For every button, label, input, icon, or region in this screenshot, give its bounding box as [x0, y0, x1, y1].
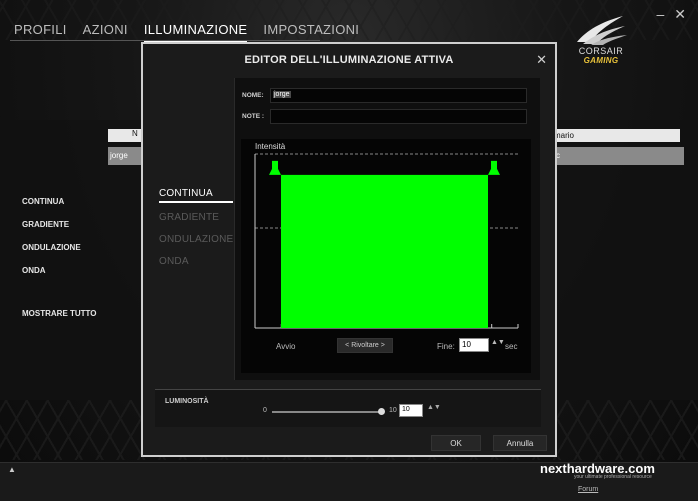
watermark-forum[interactable]: Forum — [578, 486, 598, 493]
corsair-logo: CORSAIR GAMING — [566, 12, 636, 65]
notes-input[interactable] — [270, 109, 527, 124]
brightness-slider-track[interactable] — [272, 411, 382, 413]
ok-button[interactable]: OK — [431, 435, 481, 451]
bg-table-row-summary[interactable]: c — [552, 147, 684, 165]
spinner-icon[interactable]: ▲▼ — [427, 404, 441, 411]
bg-table-header-name: N — [108, 129, 142, 142]
brightness-label: LUMINOSITÀ — [165, 398, 209, 405]
tab-illuminazione[interactable]: ILLUMINAZIONE — [143, 22, 248, 42]
left-menu-onda[interactable]: ONDA — [22, 266, 97, 275]
left-menu-gradiente[interactable]: GRADIENTE — [22, 220, 97, 229]
bg-table-header-summary: mario — [552, 129, 680, 142]
handle-shape[interactable] — [488, 160, 500, 175]
end-input[interactable]: 10 — [459, 338, 489, 352]
tab-azioni[interactable]: AZIONI — [83, 22, 128, 42]
mode-list: CONTINUA GRADIENTE ONDULAZIONE ONDA — [159, 188, 233, 278]
left-menu: CONTINUA GRADIENTE ONDULAZIONE ONDA MOST… — [22, 197, 97, 332]
handle-shape[interactable] — [269, 160, 281, 175]
intensity-fill — [281, 174, 488, 328]
intensity-chart: Intensità Avvio < Rivoltare > Fine: 10 ▲… — [241, 139, 531, 373]
chevron-up-icon[interactable]: ▲ — [8, 465, 16, 474]
name-input[interactable]: jorge — [270, 88, 527, 103]
sails-icon — [577, 16, 627, 45]
top-nav: PROFILI AZIONI ILLUMINAZIONE IMPOSTAZION… — [14, 22, 359, 42]
start-handle[interactable] — [269, 160, 281, 175]
editor-panel: NOME: jorge NOTE : Intensità Avvio < Riv… — [234, 78, 540, 380]
brightness-panel: LUMINOSITÀ 0 10 10 ▲▼ — [155, 389, 541, 427]
mode-ondulazione[interactable]: ONDULAZIONE — [159, 234, 233, 245]
left-menu-continua[interactable]: CONTINUA — [22, 197, 97, 206]
left-menu-ondulazione[interactable]: ONDULAZIONE — [22, 243, 97, 252]
start-label: Avvio — [276, 342, 296, 351]
tab-profili[interactable]: PROFILI — [14, 22, 67, 42]
end-handle[interactable] — [488, 160, 500, 175]
logo-sub: GAMING — [583, 56, 619, 65]
minimize-icon[interactable]: – — [656, 6, 664, 23]
watermark-tagline: your ultimate professional resource — [574, 474, 652, 480]
name-label: NOME: — [242, 92, 264, 99]
watermark: nexthardware.com your ultimate professio… — [540, 461, 655, 493]
mode-onda[interactable]: ONDA — [159, 256, 233, 267]
reverse-button[interactable]: < Rivoltare > — [337, 338, 393, 353]
nav-divider — [10, 40, 320, 41]
close-icon[interactable]: ✕ — [536, 52, 547, 68]
brightness-min: 0 — [263, 407, 267, 414]
tab-impostazioni[interactable]: IMPOSTAZIONI — [263, 22, 359, 42]
mode-gradiente[interactable]: GRADIENTE — [159, 212, 233, 223]
unit-label: sec — [505, 342, 518, 351]
end-label: Fine: — [437, 342, 455, 351]
window-controls: – ✕ — [656, 6, 686, 23]
dialog-title: EDITOR DELL'ILLUMINAZIONE ATTIVA — [244, 54, 454, 66]
close-icon[interactable]: ✕ — [674, 6, 686, 23]
brightness-max: 10 — [389, 407, 397, 414]
name-value: jorge — [273, 91, 291, 98]
left-menu-show-all[interactable]: MOSTRARE TUTTO — [22, 309, 97, 318]
cancel-button[interactable]: Annulla — [493, 435, 547, 451]
logo-brand: CORSAIR — [578, 46, 624, 56]
brightness-slider-thumb[interactable] — [378, 408, 385, 415]
bg-table-row-name[interactable]: jorge — [108, 147, 142, 165]
spinner-icon[interactable]: ▲▼ — [491, 339, 505, 346]
brightness-input[interactable]: 10 — [399, 404, 423, 417]
lighting-editor-dialog: EDITOR DELL'ILLUMINAZIONE ATTIVA ✕ CONTI… — [141, 42, 557, 457]
notes-label: NOTE : — [242, 113, 265, 120]
mode-continua[interactable]: CONTINUA — [159, 188, 233, 203]
